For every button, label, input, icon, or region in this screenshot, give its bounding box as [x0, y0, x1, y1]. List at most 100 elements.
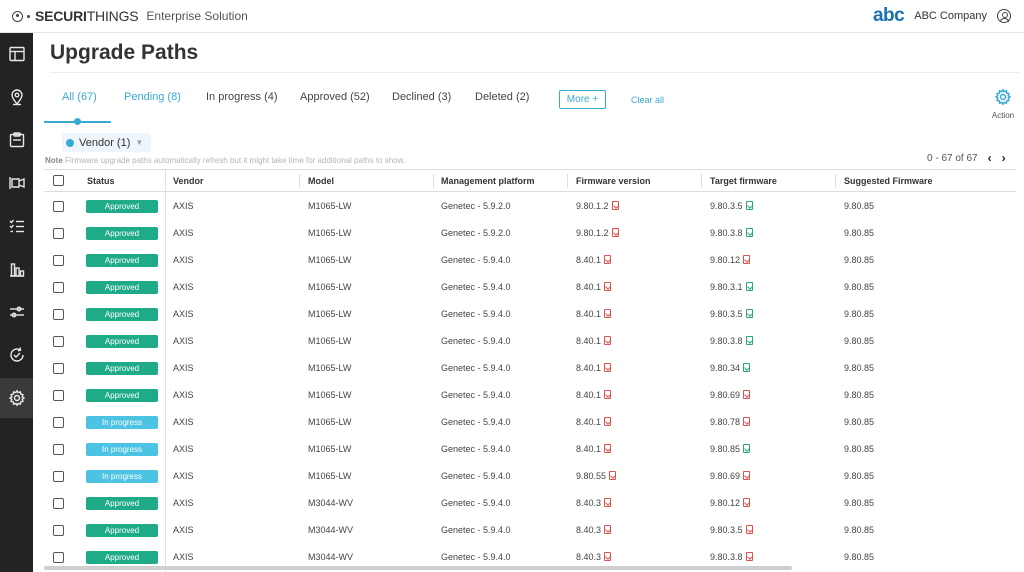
release-notes-icon[interactable]	[745, 309, 753, 318]
release-notes-icon[interactable]	[745, 525, 753, 534]
target-firmware-cell: 9.80.3.8	[710, 328, 753, 355]
row-checkbox[interactable]	[53, 498, 64, 509]
release-notes-icon[interactable]	[745, 282, 753, 291]
tab-deleted[interactable]: Deleted (2)	[475, 91, 529, 103]
table-row[interactable]: Approved AXIS M1065-LW Genetec - 5.9.4.0 8.4…	[44, 355, 1016, 382]
firmware-version: 8.40.1	[576, 417, 602, 427]
row-checkbox[interactable]	[53, 282, 64, 293]
more-filters-button[interactable]: More +	[559, 90, 606, 109]
row-checkbox[interactable]	[53, 201, 64, 212]
clear-all-link[interactable]: Clear all	[631, 95, 664, 105]
release-notes-icon[interactable]	[743, 417, 751, 426]
release-notes-icon[interactable]	[745, 201, 753, 210]
row-checkbox[interactable]	[53, 255, 64, 266]
release-notes-icon[interactable]	[604, 498, 612, 507]
table-row[interactable]: Approved AXIS M3044-WV Genetec - 5.9.4.0 8.4…	[44, 517, 1016, 544]
row-checkbox[interactable]	[53, 336, 64, 347]
table-row[interactable]: Approved AXIS M1065-LW Genetec - 5.9.2.0 9.8…	[44, 193, 1016, 220]
platform-cell: Genetec - 5.9.4.0	[441, 309, 511, 319]
prev-page-icon[interactable]: ‹	[988, 151, 992, 165]
release-notes-icon[interactable]	[743, 255, 751, 264]
row-checkbox[interactable]	[53, 363, 64, 374]
sidebar-item-reports[interactable]	[0, 120, 33, 160]
column-firmware-version[interactable]: Firmware version	[576, 170, 651, 192]
release-notes-icon[interactable]	[604, 390, 612, 399]
table-row[interactable]: Approved AXIS M1065-LW Genetec - 5.9.2.0 9.8…	[44, 220, 1016, 247]
tab-in-progress[interactable]: In progress (4)	[206, 91, 278, 103]
release-notes-icon[interactable]	[743, 471, 751, 480]
release-notes-icon[interactable]	[743, 498, 751, 507]
table-row[interactable]: In progress AXIS M1065-LW Genetec - 5.9.4.0…	[44, 409, 1016, 436]
release-notes-icon[interactable]	[604, 417, 612, 426]
row-checkbox[interactable]	[53, 417, 64, 428]
table-row[interactable]: Approved AXIS M3044-WV Genetec - 5.9.4.0 8.4…	[44, 490, 1016, 517]
vendor-filter-chip[interactable]: Vendor (1) ▼	[62, 133, 152, 152]
release-notes-icon[interactable]	[745, 552, 753, 561]
release-notes-icon[interactable]	[609, 471, 617, 480]
table-row[interactable]: Approved AXIS M1065-LW Genetec - 5.9.4.0 8.4…	[44, 328, 1016, 355]
release-notes-icon[interactable]	[743, 390, 751, 399]
sidebar-item-locations[interactable]	[0, 77, 33, 117]
table-row[interactable]: In progress AXIS M1065-LW Genetec - 5.9.4.0…	[44, 463, 1016, 490]
column-status[interactable]: Status	[87, 170, 115, 192]
action-button[interactable]: Action	[986, 88, 1020, 120]
sidebar-item-compliance[interactable]	[0, 335, 33, 375]
vendor-cell: AXIS	[173, 336, 194, 346]
row-checkbox[interactable]	[53, 525, 64, 536]
tab-all[interactable]: All (67)	[62, 91, 97, 103]
release-notes-icon[interactable]	[604, 255, 612, 264]
column-vendor[interactable]: Vendor	[173, 170, 204, 192]
column-suggested-firmware[interactable]: Suggested Firmware	[844, 170, 933, 192]
row-checkbox[interactable]	[53, 309, 64, 320]
release-notes-icon[interactable]	[745, 336, 753, 345]
release-notes-icon[interactable]	[611, 228, 619, 237]
model-cell: M1065-LW	[308, 228, 352, 238]
release-notes-icon[interactable]	[743, 444, 751, 453]
firmware-cell: 8.40.1	[576, 247, 612, 274]
target-firmware-cell: 9.80.69	[710, 382, 751, 409]
select-all-checkbox[interactable]	[53, 175, 64, 186]
release-notes-icon[interactable]	[604, 552, 612, 561]
sidebar-item-settings-sliders[interactable]	[0, 292, 33, 332]
next-page-icon[interactable]: ›	[1002, 151, 1006, 165]
tab-approved[interactable]: Approved (52)	[300, 91, 370, 103]
user-circle-icon[interactable]	[997, 9, 1011, 23]
target-firmware: 9.80.3.1	[710, 282, 743, 292]
gear-icon	[8, 389, 25, 407]
tab-declined[interactable]: Declined (3)	[392, 91, 451, 103]
sidebar-item-tasks[interactable]	[0, 206, 33, 246]
row-checkbox[interactable]	[53, 471, 64, 482]
row-checkbox[interactable]	[53, 444, 64, 455]
sidebar-item-dashboard[interactable]	[0, 34, 33, 74]
column-target-firmware[interactable]: Target firmware	[710, 170, 777, 192]
table-row[interactable]: Approved AXIS M1065-LW Genetec - 5.9.4.0 8.4…	[44, 301, 1016, 328]
sidebar-item-analytics[interactable]	[0, 249, 33, 289]
release-notes-icon[interactable]	[604, 336, 612, 345]
release-notes-icon[interactable]	[604, 525, 612, 534]
column-management-platform[interactable]: Management platform	[441, 170, 535, 192]
row-checkbox[interactable]	[53, 390, 64, 401]
model-cell: M1065-LW	[308, 417, 352, 427]
tab-pending[interactable]: Pending (8)	[124, 91, 181, 103]
company-name: ABC Company	[914, 10, 987, 22]
horizontal-scrollbar[interactable]	[44, 566, 792, 570]
column-model[interactable]: Model	[308, 170, 334, 192]
table-row[interactable]: In progress AXIS M1065-LW Genetec - 5.9.4.0…	[44, 436, 1016, 463]
row-checkbox[interactable]	[53, 552, 64, 563]
release-notes-icon[interactable]	[604, 444, 612, 453]
release-notes-icon[interactable]	[611, 201, 619, 210]
brand-logo[interactable]: SECURITHINGS Enterprise Solution	[12, 8, 248, 24]
release-notes-icon[interactable]	[604, 309, 612, 318]
sidebar-item-devices[interactable]	[0, 163, 33, 203]
release-notes-icon[interactable]	[604, 363, 612, 372]
table-row[interactable]: Approved AXIS M1065-LW Genetec - 5.9.4.0 8.4…	[44, 274, 1016, 301]
vendor-cell: AXIS	[173, 282, 194, 292]
row-checkbox[interactable]	[53, 228, 64, 239]
sidebar-item-settings[interactable]	[0, 378, 33, 418]
release-notes-icon[interactable]	[743, 363, 751, 372]
table-row[interactable]: Approved AXIS M1065-LW Genetec - 5.9.4.0 8.4…	[44, 382, 1016, 409]
release-notes-icon[interactable]	[604, 282, 612, 291]
release-notes-icon[interactable]	[745, 228, 753, 237]
table-row[interactable]: Approved AXIS M1065-LW Genetec - 5.9.4.0 8.4…	[44, 247, 1016, 274]
firmware-version: 8.40.1	[576, 282, 602, 292]
